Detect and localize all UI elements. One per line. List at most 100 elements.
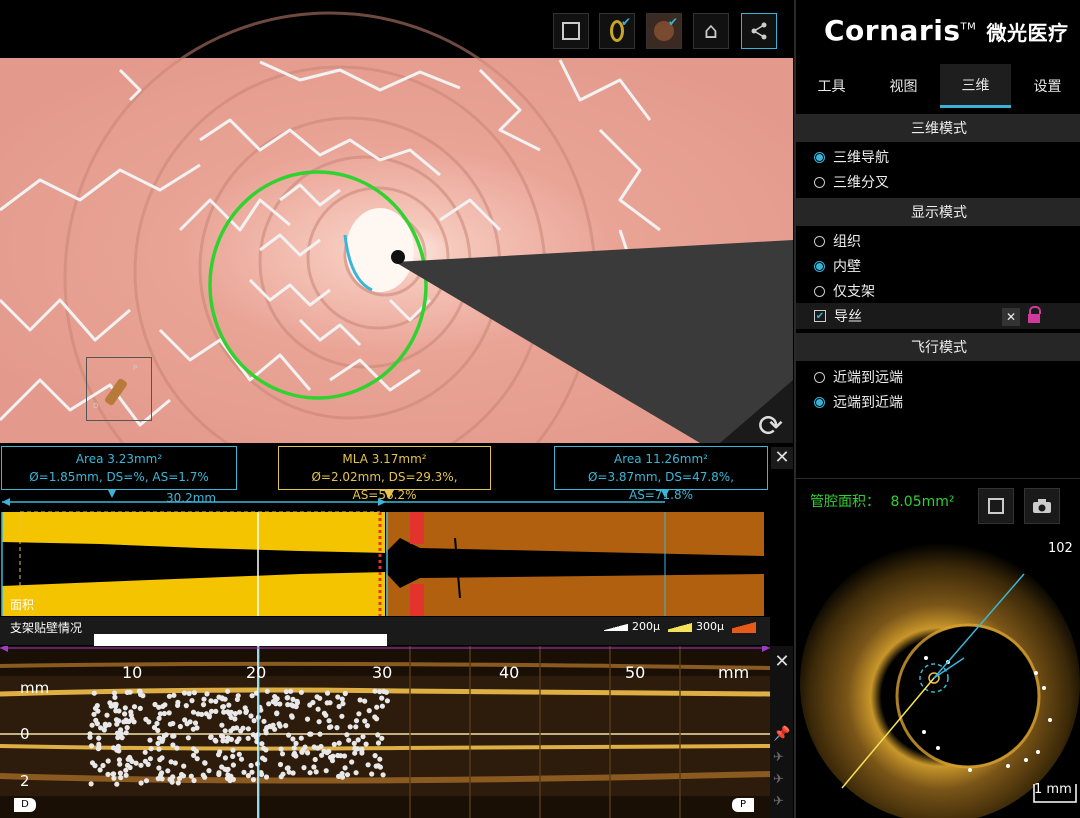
share-button[interactable] bbox=[741, 13, 777, 49]
stent-strut-dot bbox=[242, 705, 248, 711]
fullscreen-button[interactable] bbox=[553, 13, 589, 49]
mla-area-label: MLA 3.17mm² bbox=[342, 452, 427, 466]
stent-strut-dot bbox=[175, 702, 181, 708]
close-measure-icon[interactable]: ✕ bbox=[771, 447, 793, 469]
stent-strut-dot bbox=[230, 776, 236, 782]
x-unit-label: mm bbox=[718, 663, 750, 682]
legend-200-label: 200μ bbox=[632, 620, 660, 633]
lock-icon[interactable] bbox=[1028, 306, 1042, 324]
marker-tool-icon-3[interactable]: ✈ bbox=[773, 794, 784, 809]
stent-strut-dot bbox=[147, 756, 153, 762]
oct-cross-section[interactable] bbox=[798, 538, 1080, 818]
stent-strut-dot bbox=[105, 771, 111, 777]
stent-strut-dot bbox=[138, 780, 144, 786]
area-profile-plot[interactable] bbox=[0, 508, 793, 616]
close-longview-icon[interactable]: ✕ bbox=[771, 651, 793, 673]
stent-strut-dot bbox=[342, 765, 348, 771]
rotate-view-icon[interactable]: ⟳ bbox=[758, 409, 783, 443]
stent-strut-dot bbox=[137, 705, 143, 711]
stent-strut-dot bbox=[290, 770, 296, 776]
stent-strut-dot bbox=[124, 689, 130, 695]
stent-strut-dot bbox=[326, 748, 332, 754]
orientation-d-label: D bbox=[93, 402, 99, 410]
stent-strut-dot bbox=[219, 722, 225, 728]
orientation-p-label: P bbox=[133, 364, 138, 372]
mla-measure[interactable]: MLA 3.17mm² Ø=2.02mm, DS=29.3%, AS=56.2% bbox=[278, 446, 491, 502]
option-distal-to-proximal[interactable]: 远端到近端 bbox=[814, 391, 903, 413]
stent-strut-dot bbox=[263, 774, 270, 780]
stent-strut-dot bbox=[156, 746, 162, 752]
area-plot-label: 面积 bbox=[10, 598, 35, 612]
lumen-area-readout: 管腔面积： 8.05mm² bbox=[810, 491, 955, 511]
right-reference-measure[interactable]: Area 11.26mm² Ø=3.87mm, DS=47.8%, AS=71.… bbox=[554, 446, 768, 502]
stent-strut-dot bbox=[157, 711, 163, 717]
ring-toggle-button[interactable]: ✔ bbox=[599, 13, 635, 49]
stent-strut-dot bbox=[377, 756, 383, 762]
tab-settings[interactable]: 设置 bbox=[1012, 64, 1080, 108]
radio-icon bbox=[814, 235, 825, 247]
stent-strut-dot bbox=[379, 703, 385, 709]
texture-toggle-button[interactable]: ✔ bbox=[646, 13, 682, 49]
tab-tools[interactable]: 工具 bbox=[796, 64, 867, 108]
stent-strut-dot bbox=[298, 735, 304, 741]
stent-strut-dot bbox=[266, 701, 272, 707]
stent-strut-dot bbox=[226, 702, 232, 708]
stent-strut-dot bbox=[240, 725, 246, 731]
3d-lumen-view[interactable]: ⟳ D P bbox=[0, 0, 793, 443]
stent-strut-dot bbox=[114, 781, 120, 787]
stent-strut-dot bbox=[285, 695, 291, 701]
stent-strut-dot bbox=[152, 701, 158, 708]
snapshot-button[interactable] bbox=[1024, 488, 1060, 524]
stent-strut-dot bbox=[369, 771, 375, 777]
stent-strut-dot bbox=[336, 703, 342, 710]
stent-strut-dot bbox=[96, 735, 102, 741]
legend-300-label: 300μ bbox=[696, 620, 724, 633]
stent-strut-dot bbox=[284, 765, 290, 771]
home-icon: ⌂ bbox=[704, 18, 718, 44]
stent-strut-dot bbox=[186, 690, 192, 697]
option-label: 内壁 bbox=[833, 259, 861, 275]
stent-strut-dot bbox=[191, 690, 197, 696]
pin-icon[interactable]: 📌 bbox=[773, 726, 790, 742]
option-3d-navigation[interactable]: 三维导航 bbox=[814, 146, 889, 168]
option-proximal-to-distal[interactable]: 近端到远端 bbox=[814, 366, 903, 388]
stent-strut-dot bbox=[374, 704, 380, 710]
right-control-panel: CornarisTM 微光医疗 工具 视图 三维 设置 三维模式 三维导航 三维… bbox=[794, 0, 1080, 818]
stent-strut-dot bbox=[307, 770, 313, 776]
share-icon bbox=[751, 22, 767, 40]
stent-strut-dot bbox=[278, 746, 284, 752]
stent-strut-dot bbox=[352, 745, 358, 751]
tab-view[interactable]: 视图 bbox=[868, 64, 939, 108]
option-stent-only[interactable]: 仅支架 bbox=[814, 280, 875, 302]
option-inner-wall[interactable]: 内壁 bbox=[814, 255, 861, 277]
option-3d-bifurcation[interactable]: 三维分叉 bbox=[814, 171, 889, 193]
stent-strut-dot bbox=[308, 731, 314, 737]
stent-strut-dot bbox=[161, 733, 167, 739]
stent-strut-dot bbox=[194, 725, 200, 731]
stent-strut-dot bbox=[307, 702, 313, 708]
crosssection-fullscreen-button[interactable] bbox=[978, 488, 1014, 524]
left-reference-measure[interactable]: Area 3.23mm² Ø=1.85mm, DS=%, AS=1.7% bbox=[1, 446, 237, 490]
stent-strut-dot bbox=[158, 772, 164, 778]
stent-strut-dot bbox=[293, 740, 299, 746]
radio-icon bbox=[814, 260, 825, 272]
stent-strut-dot bbox=[162, 702, 168, 708]
marker-tool-icon-1[interactable]: ✈ bbox=[773, 750, 784, 765]
guidewire-close-icon[interactable]: ✕ bbox=[1002, 308, 1020, 326]
stent-strut-dot bbox=[313, 769, 319, 775]
option-label: 远端到近端 bbox=[833, 395, 903, 411]
stent-strut-dot bbox=[312, 756, 318, 763]
option-guidewire[interactable]: ✔ 导丝 bbox=[814, 305, 862, 327]
home-button[interactable]: ⌂ bbox=[693, 13, 729, 49]
marker-tool-icon-2[interactable]: ✈ bbox=[773, 772, 784, 787]
tab-3d[interactable]: 三维 bbox=[940, 64, 1011, 108]
section-3d-mode: 三维模式 bbox=[796, 114, 1080, 142]
option-tissue[interactable]: 组织 bbox=[814, 230, 861, 252]
stent-strut-dot bbox=[359, 750, 365, 756]
stent-strut-dot bbox=[248, 713, 254, 719]
stent-strut-dot bbox=[117, 770, 123, 776]
stent-strut-dot bbox=[362, 698, 368, 704]
stent-strut-dot bbox=[202, 760, 208, 766]
stent-strut-dot bbox=[344, 772, 351, 778]
stent-strut-dot bbox=[234, 725, 240, 731]
